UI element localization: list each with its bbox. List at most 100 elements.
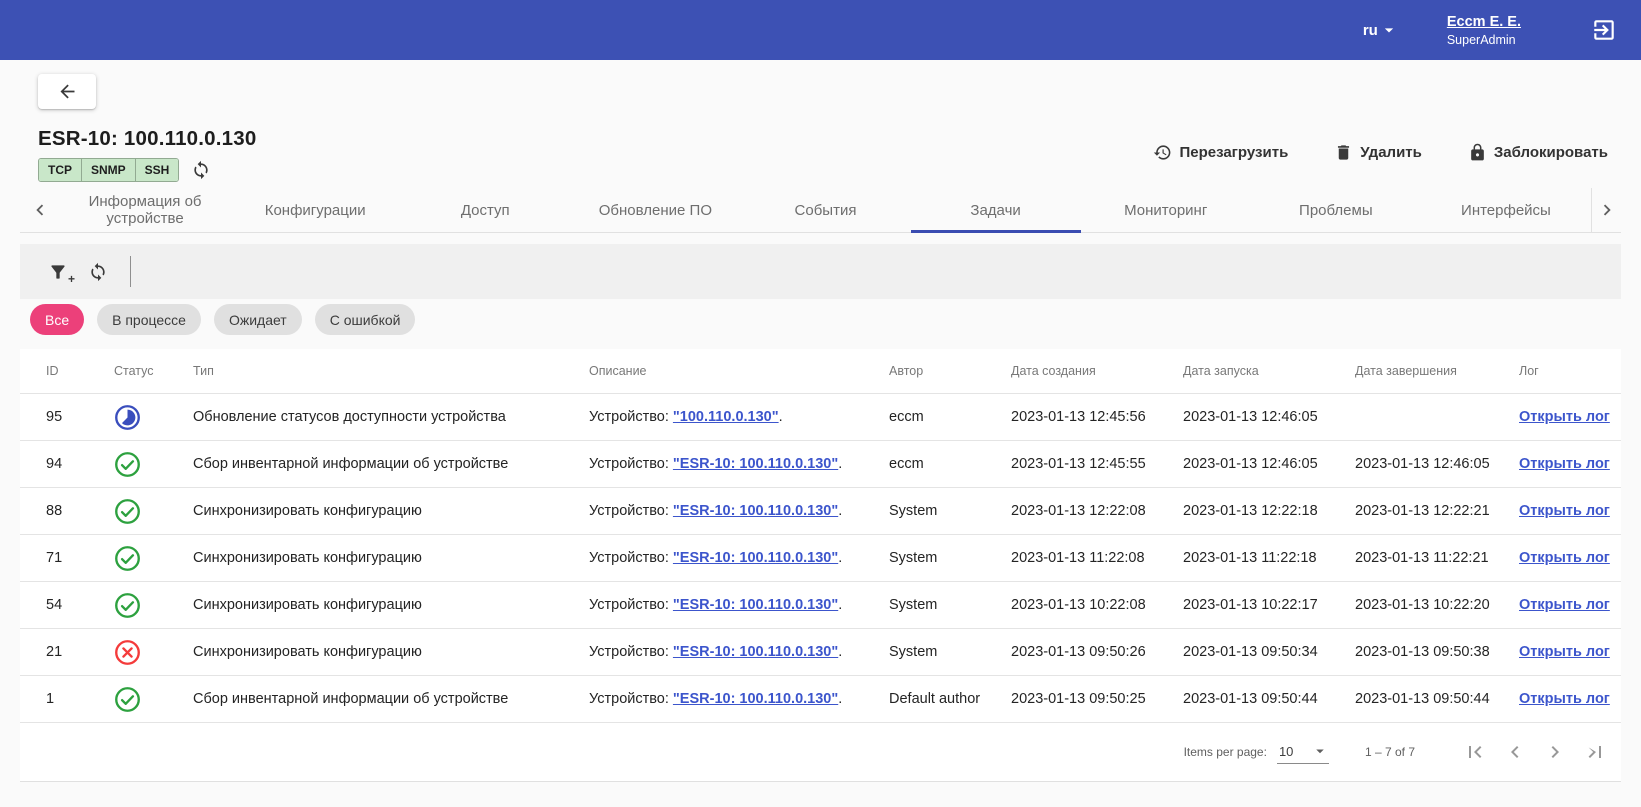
cell-started: 2023-01-13 09:50:44 — [1177, 676, 1349, 723]
column-header: Дата запуска — [1177, 349, 1349, 394]
cell-finished: 2023-01-13 11:22:21 — [1349, 535, 1513, 582]
reboot-label: Перезагрузить — [1179, 144, 1288, 161]
tab[interactable]: События — [740, 188, 910, 232]
table-header-row: IDСтатусТипОписаниеАвторДата созданияДат… — [20, 349, 1621, 394]
open-log-link[interactable]: Открыть лог — [1519, 597, 1610, 613]
cell-type: Сбор инвентарной информации об устройств… — [187, 676, 583, 723]
delete-button[interactable]: Удалить — [1334, 143, 1422, 162]
cell-id: 54 — [20, 582, 108, 629]
reboot-button[interactable]: Перезагрузить — [1153, 143, 1288, 162]
column-header: Статус — [108, 349, 187, 394]
language-label: ru — [1363, 22, 1378, 39]
device-page: ESR-10: 100.110.0.130 TCP SNMP SSH Перез… — [0, 74, 1641, 782]
cell-created: 2023-01-13 12:45:56 — [1005, 394, 1177, 441]
tabs-scroll-right-button[interactable] — [1591, 188, 1621, 232]
refresh-tasks-button[interactable] — [88, 262, 108, 282]
tab[interactable]: Проблемы — [1251, 188, 1421, 232]
cell-created: 2023-01-13 11:22:08 — [1005, 535, 1177, 582]
open-log-link[interactable]: Открыть лог — [1519, 503, 1610, 519]
items-per-page-select[interactable]: 10 — [1277, 740, 1329, 764]
add-filter-button[interactable] — [48, 262, 68, 282]
tab-label: Мониторинг — [1124, 202, 1207, 219]
last-page-button[interactable] — [1583, 739, 1609, 765]
description-prefix: Устройство: — [589, 550, 673, 566]
trash-icon — [1334, 143, 1353, 162]
task-table-body: 95 Обновление статусов доступности устро… — [20, 394, 1621, 723]
tab[interactable]: Задачи — [911, 188, 1081, 232]
cell-type: Сбор инвентарной информации об устройств… — [187, 441, 583, 488]
device-header: ESR-10: 100.110.0.130 TCP SNMP SSH Перез… — [0, 109, 1641, 182]
first-page-button[interactable] — [1463, 739, 1489, 765]
tab[interactable]: Обновление ПО — [570, 188, 740, 232]
device-link[interactable]: "100.110.0.130" — [673, 409, 779, 425]
device-link[interactable]: "ESR-10: 100.110.0.130" — [673, 503, 838, 519]
chevron-right-icon — [1543, 740, 1567, 764]
cell-description: Устройство: "ESR-10: 100.110.0.130". — [583, 582, 883, 629]
open-log-link[interactable]: Открыть лог — [1519, 409, 1610, 425]
device-link[interactable]: "ESR-10: 100.110.0.130" — [673, 550, 838, 566]
column-header: Автор — [883, 349, 1005, 394]
description-suffix: . — [838, 597, 842, 613]
tab[interactable]: Мониторинг — [1081, 188, 1251, 232]
chevron-left-icon — [29, 199, 51, 221]
tab-bar: Информация об устройстве Конфигурации До… — [20, 188, 1621, 233]
open-log-link[interactable]: Открыть лог — [1519, 644, 1610, 660]
tab[interactable]: Доступ — [400, 188, 570, 232]
description-prefix: Устройство: — [589, 691, 673, 707]
table-row: 88 Синхронизировать конфигурацию Устройс… — [20, 488, 1621, 535]
cell-description: Устройство: "ESR-10: 100.110.0.130". — [583, 488, 883, 535]
lock-icon — [1468, 143, 1487, 162]
status-filter-chip[interactable]: Все — [30, 304, 84, 335]
next-page-button[interactable] — [1543, 739, 1569, 765]
tab-label: События — [795, 202, 857, 219]
status-filter-chip[interactable]: С ошибкой — [315, 304, 416, 335]
back-button[interactable] — [38, 74, 96, 109]
tab[interactable]: Информация об устройстве — [60, 188, 230, 232]
sync-device-button[interactable] — [191, 160, 211, 180]
device-link[interactable]: "ESR-10: 100.110.0.130" — [673, 644, 838, 660]
sync-icon — [88, 262, 108, 282]
cell-id: 88 — [20, 488, 108, 535]
open-log-link[interactable]: Открыть лог — [1519, 691, 1610, 707]
task-table-card: IDСтатусТипОписаниеАвторДата созданияДат… — [20, 349, 1621, 782]
tab[interactable]: Конфигурации — [230, 188, 400, 232]
cell-created: 2023-01-13 09:50:25 — [1005, 676, 1177, 723]
description-prefix: Устройство: — [589, 503, 673, 519]
check-circle-icon — [114, 451, 141, 478]
check-circle-icon — [114, 686, 141, 713]
open-log-link[interactable]: Открыть лог — [1519, 456, 1610, 472]
device-link[interactable]: "ESR-10: 100.110.0.130" — [673, 691, 838, 707]
cell-description: Устройство: "ESR-10: 100.110.0.130". — [583, 535, 883, 582]
open-log-link[interactable]: Открыть лог — [1519, 550, 1610, 566]
user-menu[interactable]: Eccm E. E. SuperAdmin — [1447, 14, 1521, 47]
user-name-link[interactable]: Eccm E. E. — [1447, 14, 1521, 30]
device-link[interactable]: "ESR-10: 100.110.0.130" — [673, 456, 838, 472]
cell-started: 2023-01-13 12:46:05 — [1177, 441, 1349, 488]
language-selector[interactable]: ru — [1363, 20, 1399, 40]
cell-description: Устройство: "ESR-10: 100.110.0.130". — [583, 676, 883, 723]
previous-page-button[interactable] — [1503, 739, 1529, 765]
status-filter-chip[interactable]: Ожидает — [214, 304, 302, 335]
check-circle-icon — [114, 592, 141, 619]
tab-label: Задачи — [970, 202, 1020, 219]
tab-list: Информация об устройстве Конфигурации До… — [60, 188, 1591, 232]
cell-created: 2023-01-13 12:22:08 — [1005, 488, 1177, 535]
description-suffix: . — [838, 550, 842, 566]
cell-started: 2023-01-13 12:22:18 — [1177, 488, 1349, 535]
logout-button[interactable] — [1591, 17, 1617, 43]
block-button[interactable]: Заблокировать — [1468, 143, 1608, 162]
tabs-scroll-left-button[interactable] — [20, 188, 60, 232]
device-link[interactable]: "ESR-10: 100.110.0.130" — [673, 597, 838, 613]
protocol-badge: SNMP — [81, 159, 135, 181]
badge-row: TCP SNMP SSH — [38, 158, 256, 182]
column-header: Описание — [583, 349, 883, 394]
error-circle-icon — [114, 639, 141, 666]
cell-description: Устройство: "ESR-10: 100.110.0.130". — [583, 441, 883, 488]
tab[interactable]: Интерфейсы — [1421, 188, 1591, 232]
block-label: Заблокировать — [1494, 144, 1608, 161]
cell-type: Синхронизировать конфигурацию — [187, 629, 583, 676]
status-filter-chip[interactable]: В процессе — [97, 304, 201, 335]
cell-created: 2023-01-13 09:50:26 — [1005, 629, 1177, 676]
cell-type: Обновление статусов доступности устройст… — [187, 394, 583, 441]
table-row: 1 Сбор инвентарной информации об устройс… — [20, 676, 1621, 723]
